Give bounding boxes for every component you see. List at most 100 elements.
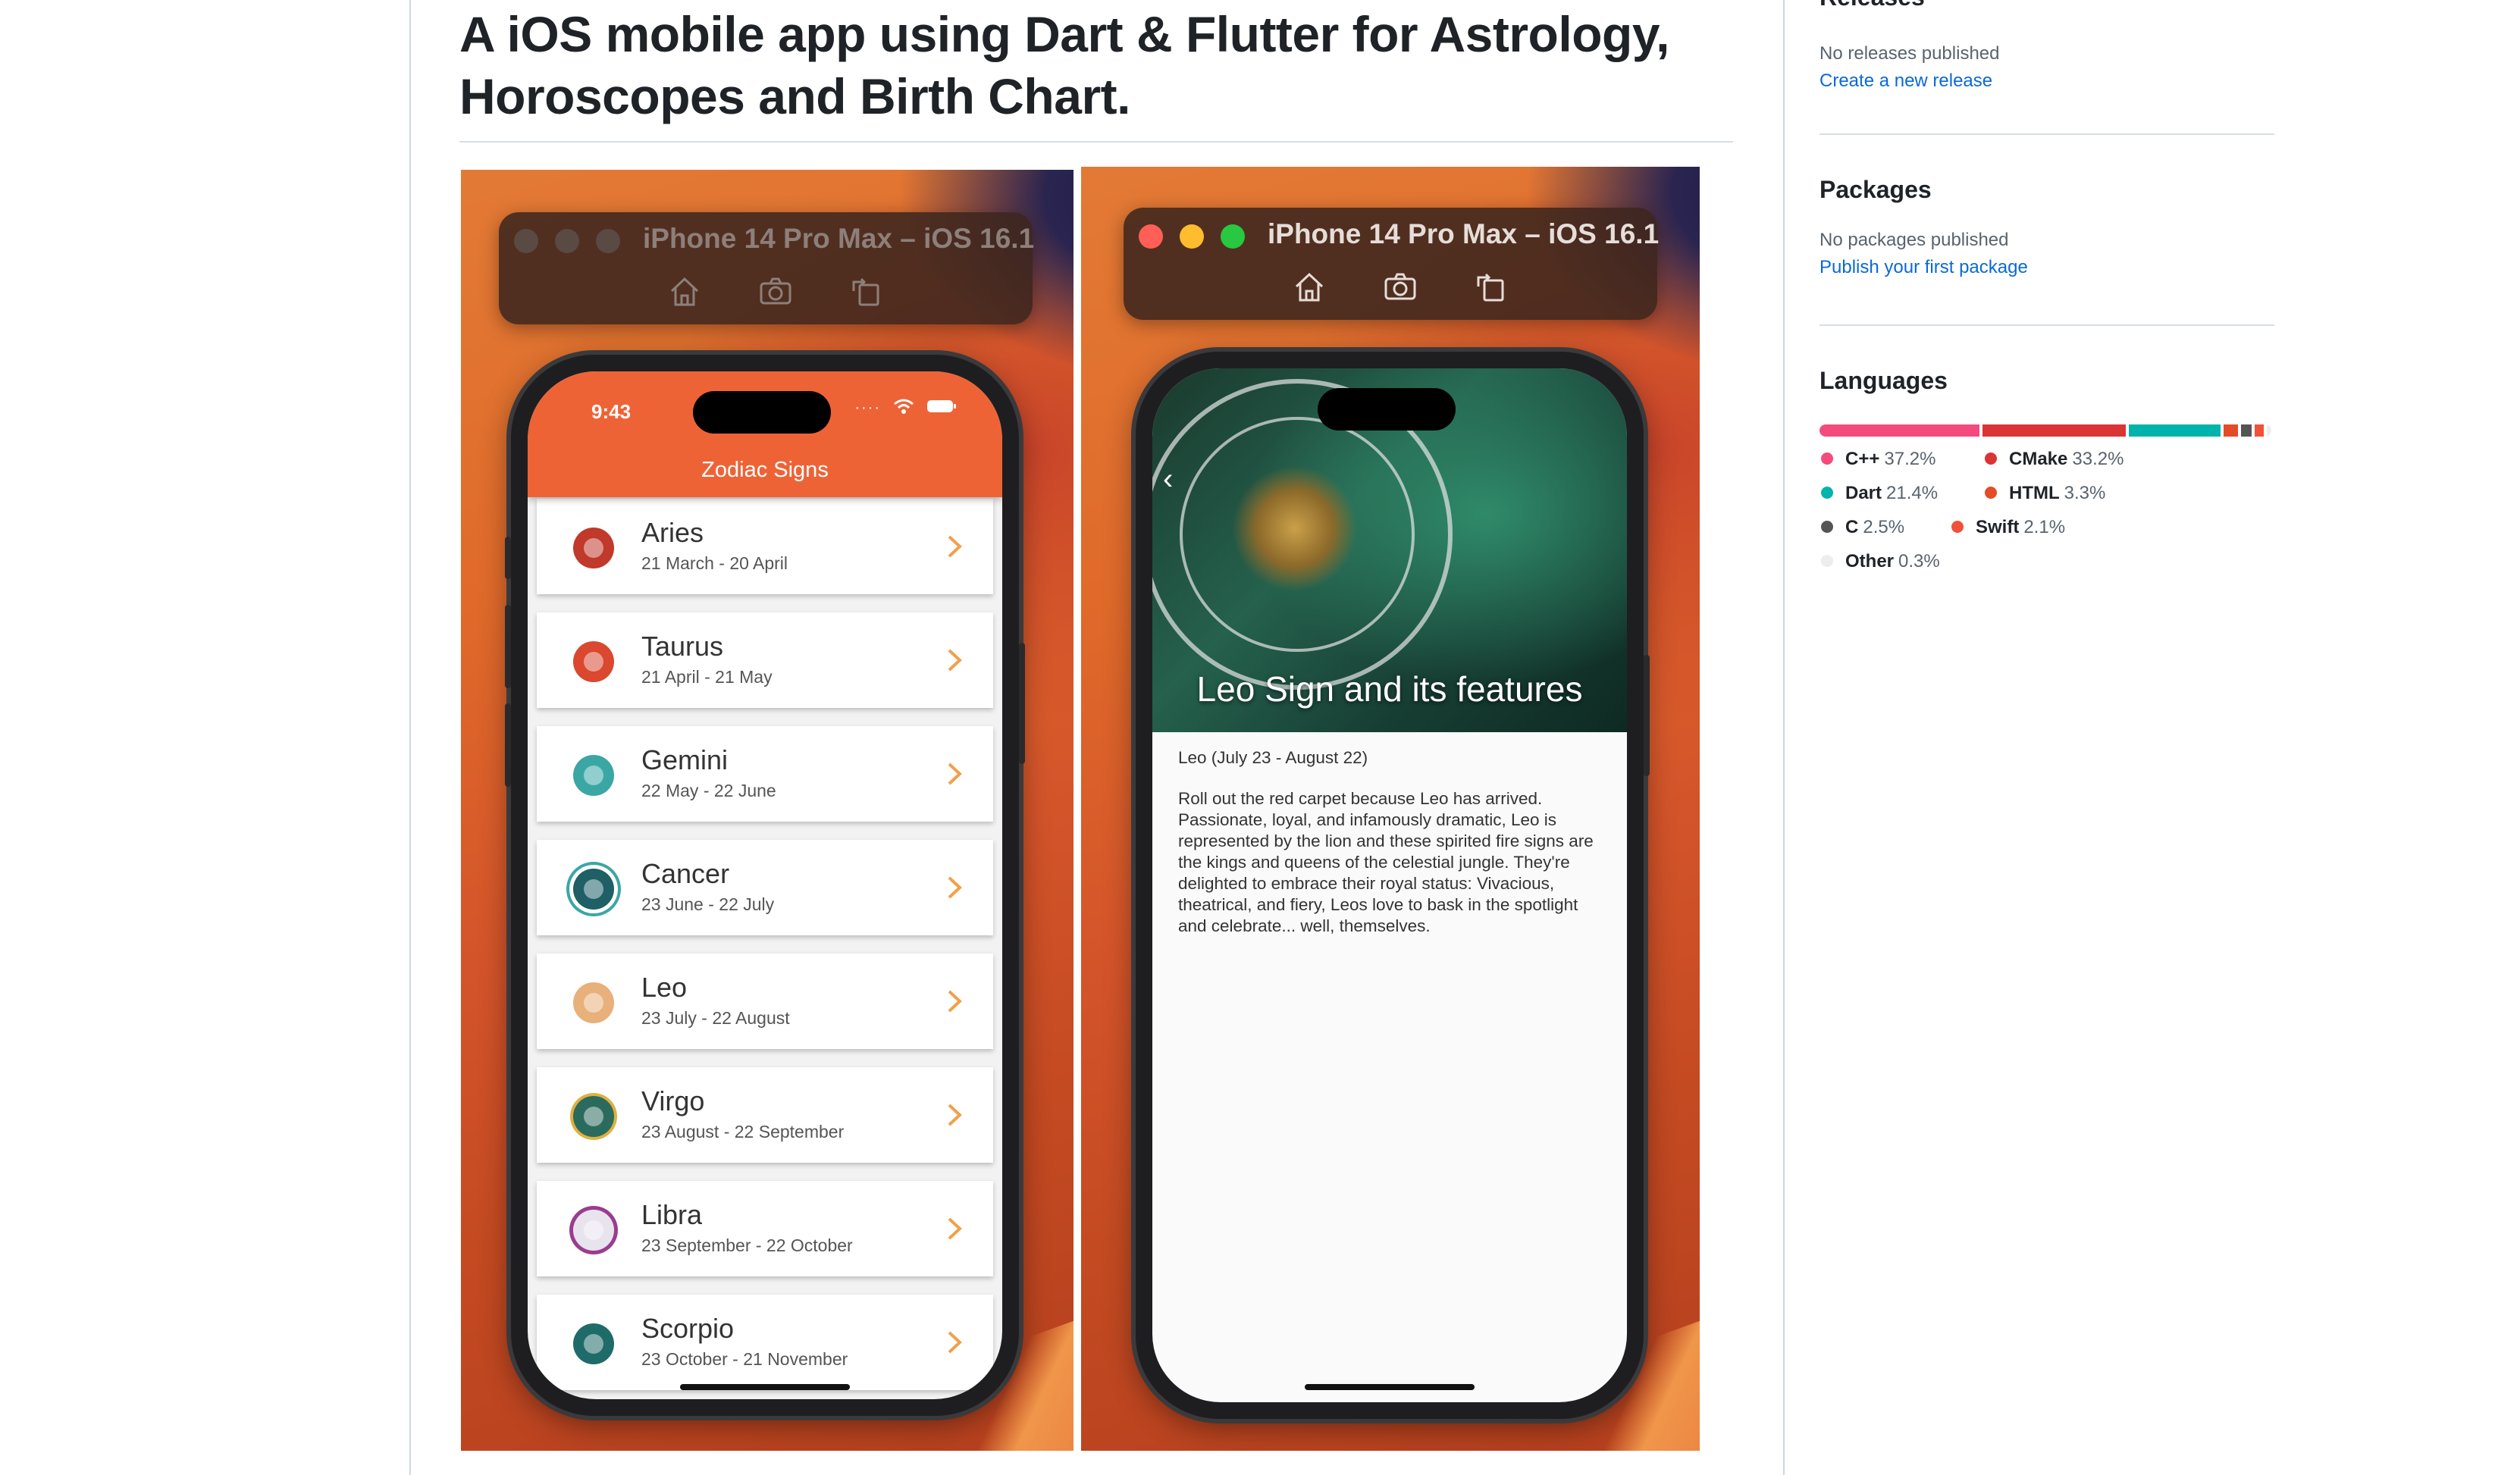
libra-icon xyxy=(573,1210,614,1251)
language-dot xyxy=(1821,452,1833,465)
chevron-right-icon xyxy=(948,535,962,558)
simulator-toolbar: iPhone 14 Pro Max – iOS 16.1 xyxy=(499,212,1034,324)
window-close-button[interactable] xyxy=(1139,224,1163,249)
languages-section: Languages xyxy=(1819,367,2274,395)
sign-name: Gemini xyxy=(641,744,729,775)
wifi-icon xyxy=(893,399,914,418)
sign-dates: 23 August - 22 September xyxy=(641,1122,845,1141)
packages-status: No packages published xyxy=(1819,230,2009,250)
phone-screen: ‹ Leo Sign and its features Leo (July 23… xyxy=(1152,368,1627,1402)
publish-package-link[interactable]: Publish your first package xyxy=(1819,257,2274,278)
app-bar-title: Zodiac Signs xyxy=(701,458,829,482)
home-indicator[interactable] xyxy=(1305,1384,1475,1390)
chevron-right-icon xyxy=(948,990,962,1013)
sign-name: Libra xyxy=(641,1199,703,1230)
phone-screen: 9:43 ···· Zodiac Signs Aries 21 March - … xyxy=(528,371,1002,1399)
language-bar-segment xyxy=(2240,424,2252,437)
language-cmake[interactable]: CMake 33.2% xyxy=(1985,449,2124,470)
readme-title: A iOS mobile app using Dart & Flutter fo… xyxy=(459,6,1669,124)
sign-dates: 21 March - 20 April xyxy=(641,553,788,573)
list-item-gemini[interactable]: Gemini 22 May - 22 June xyxy=(537,726,993,822)
back-chevron-icon[interactable]: ‹ xyxy=(1163,462,1173,496)
home-indicator[interactable] xyxy=(680,1384,850,1390)
sign-dates: 21 April - 21 May xyxy=(641,667,773,687)
sign-dates: 23 July - 22 August xyxy=(641,1008,790,1028)
list-item-scorpio[interactable]: Scorpio 23 October - 21 November xyxy=(537,1295,993,1390)
content-right-border xyxy=(1783,0,1785,1475)
dynamic-island xyxy=(1318,388,1456,431)
create-release-link[interactable]: Create a new release xyxy=(1819,70,2274,92)
sign-dates: 22 May - 22 June xyxy=(641,781,776,800)
packages-section: Packages No packages published Publish y… xyxy=(1819,176,2274,278)
battery-icon xyxy=(926,399,957,418)
list-item-taurus[interactable]: Taurus 21 April - 21 May xyxy=(537,612,993,708)
window-zoom-button[interactable] xyxy=(596,229,620,253)
language-other[interactable]: Other 0.3% xyxy=(1821,551,1940,572)
window-minimize-button[interactable] xyxy=(555,229,579,253)
language-dot xyxy=(1951,520,1964,533)
gemini-icon xyxy=(573,755,614,796)
screenshot-icon[interactable] xyxy=(757,274,795,308)
list-item-leo[interactable]: Leo 23 July - 22 August xyxy=(537,954,993,1049)
sign-name: Taurus xyxy=(641,631,724,662)
sign-dates: 23 October - 21 November xyxy=(641,1349,848,1369)
window-minimize-button[interactable] xyxy=(1180,224,1204,249)
chevron-right-icon xyxy=(948,1217,962,1240)
cancer-icon xyxy=(573,869,614,910)
releases-status: No releases published xyxy=(1819,43,2000,64)
rotate-icon[interactable] xyxy=(1472,270,1510,303)
language-dot xyxy=(1821,486,1833,499)
chevron-right-icon xyxy=(948,1331,962,1354)
language-dot xyxy=(1821,554,1833,567)
sign-name: Leo xyxy=(641,972,688,1003)
language-bar-segment xyxy=(2267,424,2271,437)
language-cpp[interactable]: C++ 37.2% xyxy=(1821,449,1935,470)
language-dart[interactable]: Dart 21.4% xyxy=(1821,483,1938,504)
app-bar: Zodiac Signs xyxy=(528,371,1002,497)
language-swift[interactable]: Swift 2.1% xyxy=(1951,517,2065,538)
iphone-frame: 9:43 ···· Zodiac Signs Aries 21 March - … xyxy=(505,355,1025,1416)
description-heading: Leo (July 23 - August 22) xyxy=(1178,748,1368,767)
language-html[interactable]: HTML 3.3% xyxy=(1985,483,2105,504)
list-item-aries[interactable]: Aries 21 March - 20 April xyxy=(537,499,993,594)
chevron-right-icon xyxy=(948,876,962,899)
window-zoom-button[interactable] xyxy=(1221,224,1245,249)
sign-name: Virgo xyxy=(641,1085,705,1116)
simulator-title: iPhone 14 Pro Max – iOS 16.1 xyxy=(1268,218,1660,249)
chevron-right-icon xyxy=(948,1104,962,1126)
sidebar-divider xyxy=(1819,324,2274,326)
sign-dates: 23 September - 22 October xyxy=(641,1235,853,1255)
language-dot xyxy=(1985,452,1997,465)
language-bar-segment xyxy=(2224,424,2238,437)
iphone-frame: ‹ Leo Sign and its features Leo (July 23… xyxy=(1136,352,1650,1419)
zodiac-list: Aries 21 March - 20 April Taurus 21 Apri… xyxy=(528,499,1002,1399)
hero-title: Leo Sign and its features xyxy=(1196,669,1583,709)
sign-name: Aries xyxy=(641,517,704,548)
sign-dates: 23 June - 22 July xyxy=(641,894,775,914)
dynamic-island xyxy=(693,391,831,434)
list-item-virgo[interactable]: Virgo 23 August - 22 September xyxy=(537,1067,993,1163)
language-bar-segment xyxy=(2255,424,2264,437)
status-time: 9:43 xyxy=(591,400,632,423)
window-close-button[interactable] xyxy=(514,229,538,253)
sign-name: Cancer xyxy=(641,858,730,889)
language-dot xyxy=(1985,486,1997,499)
chevron-right-icon xyxy=(948,763,962,785)
sign-description: Leo (July 23 - August 22) Roll out the r… xyxy=(1178,747,1604,957)
sidebar-divider xyxy=(1819,133,2274,135)
rotate-icon[interactable] xyxy=(848,274,885,308)
screenshot-leo-detail: iPhone 14 Pro Max – iOS 16.1 ‹ Leo Sign … xyxy=(1081,167,1700,1451)
packages-heading[interactable]: Packages xyxy=(1819,176,2274,204)
home-icon[interactable] xyxy=(1290,270,1328,303)
leo-icon xyxy=(573,982,614,1023)
virgo-icon xyxy=(573,1096,614,1137)
language-c[interactable]: C 2.5% xyxy=(1821,517,1904,538)
releases-heading[interactable]: Releases xyxy=(1819,0,2274,11)
sign-name: Scorpio xyxy=(641,1313,735,1344)
languages-bar xyxy=(1819,424,2271,437)
home-icon[interactable] xyxy=(666,274,704,308)
screenshot-icon[interactable] xyxy=(1381,270,1419,303)
language-bar-segment xyxy=(1819,424,1980,437)
list-item-libra[interactable]: Libra 23 September - 22 October xyxy=(537,1181,993,1276)
list-item-cancer[interactable]: Cancer 23 June - 22 July xyxy=(537,840,993,935)
